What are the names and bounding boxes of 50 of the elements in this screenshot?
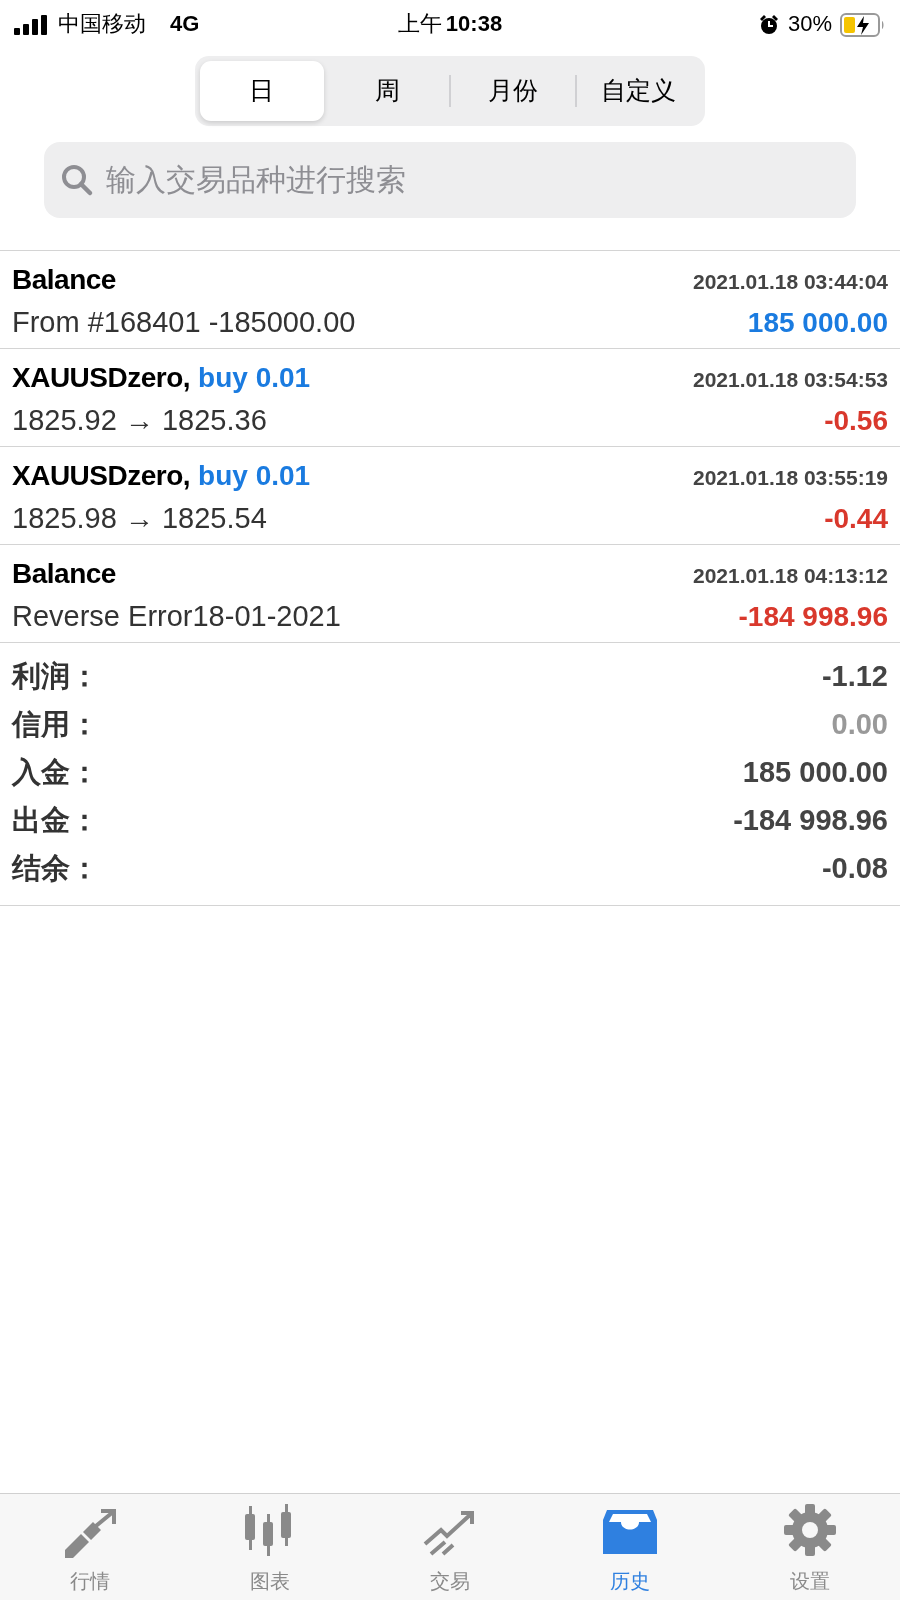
period-tab[interactable]: 日 [200,61,324,121]
summary-value: 185 000.00 [742,755,888,790]
summary-label: 信用： [12,707,99,742]
summary-value: -0.08 [821,851,888,886]
nav-label: 交易 [430,1569,470,1594]
deal-time: 2021.01.18 03:55:19 [693,465,888,491]
nav-tab[interactable]: 设置 [720,1494,900,1600]
network-type: 4G [170,9,200,38]
nav-tab[interactable]: 交易 [360,1494,540,1600]
period-tab[interactable]: 周 [325,61,449,121]
deal-description: From #168401 -185000.00 [12,305,356,340]
summary-value: -184 998.96 [733,803,888,838]
trade-direction: buy 0.01 [198,459,311,493]
deal-type: Balance [12,557,116,591]
deal-time: 2021.01.18 03:54:53 [693,367,888,393]
carrier-name: 中国移动 [58,9,146,38]
nav-label: 历史 [610,1569,650,1594]
search-field[interactable]: 输入交易品种进行搜索 [44,142,856,218]
search-icon [60,163,94,197]
deal-description: Reverse Error18-01-2021 [12,599,341,634]
period-tab[interactable]: 月份 [451,61,575,121]
summary-value: 0.00 [831,707,888,742]
nav-tab[interactable]: 历史 [540,1494,720,1600]
summary-label: 出金： [12,803,99,838]
summary-label: 入金： [12,755,99,790]
symbol-name: XAUUSDzero, [12,361,191,395]
symbol-name: XAUUSDzero, [12,459,191,493]
deal-description: 1825.98 → 1825.54 [12,501,267,536]
nav-label: 图表 [250,1569,290,1594]
nav-tab[interactable]: 行情 [0,1494,180,1600]
deal-amount: -0.44 [824,502,888,536]
deal-amount: -0.56 [824,404,888,438]
deal-description: 1825.92 → 1825.36 [12,403,267,438]
clock-time: 10:38 [445,9,503,38]
deal-type: Balance [12,263,116,297]
trade-direction: buy 0.01 [198,361,311,395]
time-period: 上午 [397,9,442,38]
summary-value: -1.12 [821,659,888,694]
summary-label: 利润： [12,659,99,694]
summary-label: 结余： [12,851,99,886]
nav-label: 设置 [790,1569,830,1594]
deal-amount: 185 000.00 [747,306,888,340]
battery-percent: 30% [787,9,832,38]
deal-amount: -184 998.96 [738,600,888,634]
deal-time: 2021.01.18 03:44:04 [693,269,888,295]
nav-label: 行情 [70,1569,110,1594]
period-tab[interactable]: 自定义 [576,61,700,121]
settings-icon [782,1502,838,1558]
nav-tab[interactable]: 图表 [180,1494,360,1600]
deal-time: 2021.01.18 04:13:12 [693,563,888,589]
